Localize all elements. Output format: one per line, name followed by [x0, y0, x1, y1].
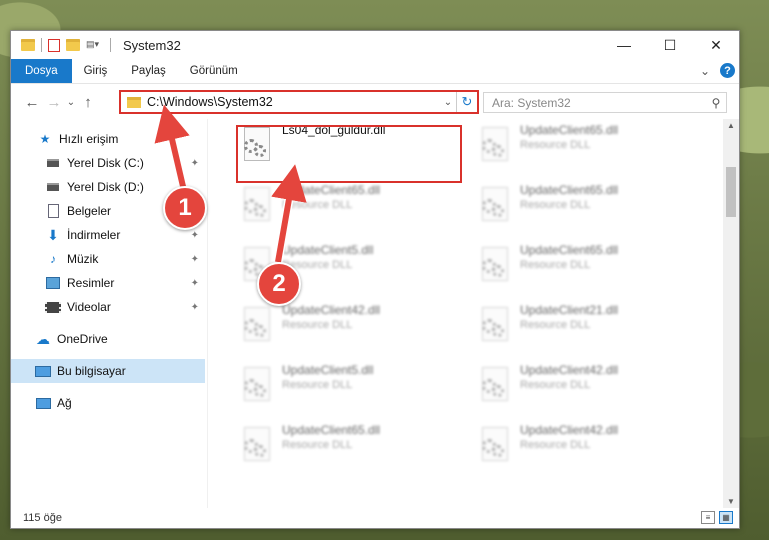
step-1-badge: 1	[163, 186, 207, 230]
step-2-badge: 2	[257, 262, 301, 306]
annotation-arrows	[154, 104, 307, 267]
arrow-2	[271, 164, 307, 263]
arrow-1	[154, 104, 190, 196]
